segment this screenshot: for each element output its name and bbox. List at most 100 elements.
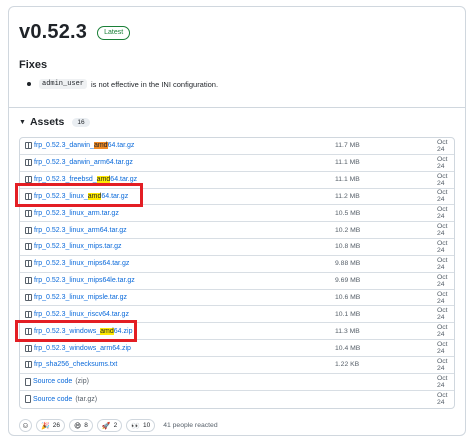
asset-name-text: Source code [33,378,73,386]
asset-row: Source code (zip) Oct 24 [20,374,454,391]
asset-row: frp_0.52.3_linux_arm.tar.gz 10.5 MB Oct 24 [20,205,454,223]
asset-link[interactable]: frp_0.52.3_linux_mipsle.tar.gz [34,294,127,301]
asset-size: 10.6 MB [335,294,361,302]
package-icon [25,294,32,302]
source-format: (tar.gz) [75,395,98,403]
reactions-summary: 41 people reacted [163,422,218,429]
highlight-box-windows-amd64 [15,320,137,342]
asset-name-text: frp_0.52.3_linux_mips64.tar.gz [34,260,130,268]
asset-list: frp_0.52.3_darwin_ amd 64.tar.gz 11.7 MB Oct… [19,137,455,409]
asset-size: 11.3 MB [335,327,360,335]
asset-size: 11.2 MB [335,192,360,200]
asset-row: frp_sha256_checksums.txt 1.22 KB Oct 24 [20,357,454,374]
asset-name-text: frp_0.52.3_darwin_ [34,142,94,150]
asset-size: 11.1 MB [335,159,360,167]
source-format: (zip) [75,378,89,386]
reaction-emoji-icon: 😄 [73,422,82,430]
highlight-box-linux-amd64 [15,183,143,207]
asset-link[interactable]: frp_0.52.3_linux_riscv64.tar.gz [34,311,129,318]
asset-date: Oct 24 [437,223,448,238]
asset-link[interactable]: frp_0.52.3_linux_arm.tar.gz [34,210,119,217]
latest-badge: Latest [97,25,131,40]
asset-date: Oct 24 [437,189,448,204]
asset-link[interactable]: frp_0.52.3_linux_arm64.tar.gz [34,227,127,234]
asset-date: Oct 24 [437,273,448,288]
asset-link[interactable]: frp_0.52.3_linux_mips64.tar.gz [34,260,129,267]
fix-text: is not effective in the INI configuratio… [91,79,219,89]
asset-link[interactable]: frp_sha256_checksums.txt [34,361,117,368]
package-icon [25,361,32,369]
asset-link[interactable]: frp_0.52.3_windows_arm64.zip [34,345,131,352]
reaction-button[interactable]: 🎉 26 [36,419,65,432]
file-zip-icon [25,395,31,404]
package-icon [25,260,32,268]
divider [9,107,465,108]
asset-link[interactable]: frp_0.52.3_darwin_arm64.tar.gz [34,159,133,166]
asset-size: 1.22 KB [335,361,360,369]
reaction-button[interactable]: 🚀 2 [96,419,123,432]
asset-size: 11.1 MB [335,176,360,184]
asset-row: frp_0.52.3_linux_mips64.tar.gz 9.88 MB Oct… [20,256,454,273]
asset-size: 10.8 MB [335,243,361,251]
package-icon [25,344,32,352]
assets-heading: Assets [29,116,65,128]
asset-name-text: frp_sha256_checksums.txt [34,361,118,369]
fix-item: admin_user is not effective in the INI c… [27,79,218,89]
asset-date: Oct 24 [437,155,448,170]
reaction-emoji-icon: 🎉 [41,422,50,430]
package-icon [25,209,32,217]
asset-row: Source code (tar.gz) Oct 24 [20,391,454,408]
asset-name-text: frp_0.52.3_windows_arm64.zip [34,344,131,352]
asset-row: frp_0.52.3_linux_mips.tar.gz 10.8 MB Oct 2… [20,239,454,256]
asset-row: frp_0.52.3_linux_arm64.tar.gz 10.2 MB Oct … [20,222,454,240]
asset-name-text: Source code [33,395,73,403]
asset-link[interactable]: frp_0.52.3_darwin_ amd 64.tar.gz [34,142,134,150]
asset-date: Oct 24 [437,357,448,372]
asset-date: Oct 24 [437,256,448,271]
reaction-button[interactable]: 😄 8 [68,419,93,432]
asset-size: 11.7 MB [335,142,360,150]
asset-link[interactable]: Source code (zip) [33,378,89,385]
package-icon [25,226,32,234]
package-icon [25,310,32,318]
package-icon [25,142,32,150]
reaction-count: 2 [113,422,118,429]
package-icon [25,159,32,167]
asset-name-text: frp_0.52.3_linux_riscv64.tar.gz [34,310,129,318]
search-highlight: amd [93,142,108,150]
asset-name-text: frp_0.52.3_linux_arm.tar.gz [34,209,119,217]
fixes-heading: Fixes [19,59,48,71]
release-title[interactable]: v0.52.3 [19,21,87,44]
reaction-button[interactable]: 👀 10 [126,419,156,432]
asset-link[interactable]: frp_0.52.3_linux_mips64le.tar.gz [34,277,135,284]
fix-code: admin_user [39,79,88,89]
add-reaction-button[interactable]: ☺ [19,419,32,432]
asset-link[interactable]: Source code (tar.gz) [33,396,97,403]
asset-date: Oct 24 [437,239,448,254]
asset-link[interactable]: frp_0.52.3_linux_mips.tar.gz [34,243,122,250]
asset-size: 9.88 MB [335,260,361,268]
reaction-count: 26 [52,422,60,429]
asset-name-text: frp_0.52.3_linux_mips64le.tar.gz [34,277,135,285]
reactions-bar: ☺ 🎉 26 😄 8 🚀 2 👀 10 41 people reacted [19,419,218,432]
asset-date: Oct 24 [437,307,448,322]
package-icon [25,243,32,251]
asset-date: Oct 24 [437,341,448,356]
reaction-count: 10 [142,422,151,429]
smiley-icon: ☺ [21,421,30,430]
assets-toggle[interactable]: ▼ Assets 16 [19,116,90,128]
asset-row: frp_0.52.3_darwin_arm64.tar.gz 11.1 MB Oct… [20,155,454,172]
caret-down-icon: ▼ [19,118,26,126]
asset-size: 10.1 MB [335,310,361,318]
release-header: v0.52.3 Latest [19,21,131,44]
package-icon [25,277,32,285]
asset-date: Oct 24 [437,374,448,389]
release-card: v0.52.3 Latest Fixes admin_user is not e… [8,6,466,436]
asset-date: Oct 24 [437,324,448,339]
bullet-icon [27,82,31,86]
reaction-emoji-icon: 👀 [131,422,140,430]
asset-row: frp_0.52.3_linux_mipsle.tar.gz 10.6 MB Oct… [20,290,454,307]
asset-name-text: frp_0.52.3_linux_mipsle.tar.gz [34,294,127,302]
asset-name-text: frp_0.52.3_darwin_arm64.tar.gz [34,159,133,167]
asset-date: Oct 24 [437,138,448,153]
